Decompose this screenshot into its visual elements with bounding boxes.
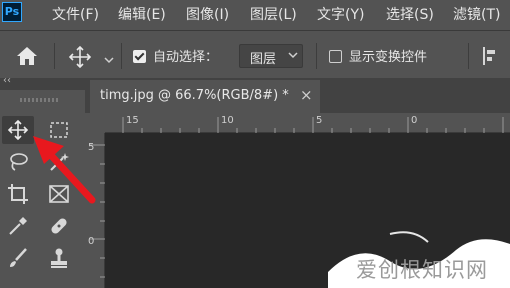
- magic-wand-icon: [50, 153, 69, 171]
- menu-bar: Ps 文件(F) 编辑(E) 图像(I) 图层(L) 文字(Y) 选择(S) 滤…: [0, 0, 510, 30]
- ruler-label: 0: [411, 115, 418, 126]
- ruler-label: 5: [316, 115, 323, 126]
- eyedropper-tool[interactable]: [2, 212, 34, 240]
- photoshop-logo[interactable]: Ps: [2, 2, 22, 22]
- crop-tool[interactable]: [2, 180, 34, 208]
- bandage-icon: [51, 218, 67, 234]
- menu-filter[interactable]: 滤镜(T): [453, 4, 500, 24]
- lasso-icon: [10, 153, 28, 171]
- stamp-tool[interactable]: [43, 244, 75, 272]
- document-tab[interactable]: timg.jpg @ 66.7%(RGB/8#) * ×: [90, 80, 320, 113]
- divider: [468, 43, 469, 69]
- ruler-label: 15: [126, 115, 139, 126]
- home-icon[interactable]: [16, 46, 38, 70]
- lasso-tool[interactable]: [2, 148, 34, 176]
- move-icon: [7, 119, 29, 141]
- brush-icon: [10, 248, 27, 267]
- options-bar: 自动选择： 图层 显示变换控件: [0, 30, 510, 78]
- ruler-horizontal[interactable]: 15 10 5 0: [105, 113, 510, 133]
- menu-type[interactable]: 文字(Y): [317, 4, 364, 24]
- chevron-down-icon[interactable]: [104, 50, 114, 69]
- divider: [121, 43, 122, 69]
- divider: [54, 43, 55, 69]
- frame-tool[interactable]: [43, 180, 75, 208]
- document-tab-title: timg.jpg @ 66.7%(RGB/8#) *: [100, 88, 289, 103]
- move-options-icon[interactable]: [68, 45, 92, 73]
- ruler-label: 10: [221, 115, 234, 126]
- ruler-label: 5: [88, 142, 95, 153]
- layer-select[interactable]: 图层: [239, 44, 303, 68]
- ruler-vertical[interactable]: 5 0: [85, 133, 105, 288]
- brush-tool[interactable]: [2, 244, 34, 272]
- layer-select-value: 图层: [250, 52, 277, 67]
- ruler-ticks: [122, 117, 504, 133]
- divider: [316, 43, 317, 69]
- chevron-down-icon: [288, 49, 298, 61]
- healing-tool[interactable]: [43, 212, 75, 240]
- ruler-label: 0: [88, 236, 95, 247]
- menu-select[interactable]: 选择(S): [386, 4, 434, 24]
- move-tool[interactable]: [2, 116, 34, 144]
- menu-layer[interactable]: 图层(L): [250, 4, 297, 24]
- auto-select-checkbox[interactable]: [133, 50, 146, 63]
- align-left-icon[interactable]: [482, 46, 498, 70]
- close-icon[interactable]: ×: [300, 86, 313, 104]
- eyedropper-icon: [9, 217, 27, 235]
- show-transform-label: 显示变换控件: [349, 50, 428, 65]
- menu-image[interactable]: 图像(I): [186, 4, 229, 24]
- frame-icon: [49, 185, 69, 203]
- show-transform-checkbox[interactable]: [329, 50, 342, 63]
- menu-edit[interactable]: 编辑(E): [118, 4, 166, 24]
- toolbox-grip[interactable]: [20, 98, 60, 102]
- ruler-corner: [85, 113, 105, 133]
- toolbar-collapse-bar[interactable]: ‹‹: [0, 75, 85, 90]
- ruler-ticks: [89, 144, 105, 278]
- marquee-tool[interactable]: [43, 116, 75, 144]
- marquee-icon: [50, 122, 68, 138]
- collapse-icon[interactable]: ‹‹: [3, 75, 11, 86]
- menu-file[interactable]: 文件(F): [52, 4, 99, 24]
- auto-select-label: 自动选择：: [153, 50, 219, 65]
- stamp-icon: [51, 248, 67, 268]
- crop-icon: [8, 184, 28, 204]
- magic-wand-tool[interactable]: [43, 148, 75, 176]
- watermark-text: 爱创根知识网: [356, 258, 488, 282]
